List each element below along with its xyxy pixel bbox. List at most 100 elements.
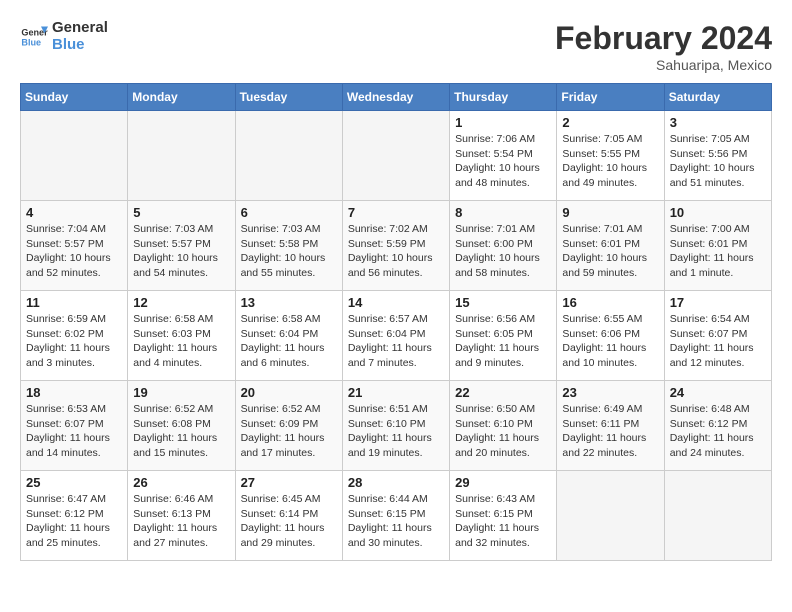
calendar-cell: 23 Sunrise: 6:49 AM Sunset: 6:11 PM Dayli… (557, 381, 664, 471)
calendar-cell: 4 Sunrise: 7:04 AM Sunset: 5:57 PM Daylig… (21, 201, 128, 291)
day-number: 23 (562, 385, 658, 400)
calendar-cell: 7Sunrise: 7:02 AM Sunset: 5:59 PM Daylig… (342, 201, 449, 291)
day-info: Sunrise: 6:51 AM Sunset: 6:10 PM Dayligh… (348, 402, 444, 461)
day-number: 12 (133, 295, 229, 310)
calendar-cell: 20 Sunrise: 6:52 AM Sunset: 6:09 PM Dayli… (235, 381, 342, 471)
day-number: 15 (455, 295, 551, 310)
logo-general: General (52, 20, 108, 37)
calendar-cell: 2 Sunrise: 7:05 AM Sunset: 5:55 PM Daylig… (557, 111, 664, 201)
day-number: 16 (562, 295, 658, 310)
day-number: 2 (562, 115, 658, 130)
day-info: Sunrise: 7:03 AM Sunset: 5:57 PM Dayligh… (133, 222, 229, 281)
day-info: Sunrise: 7:05 AM Sunset: 5:55 PM Dayligh… (562, 132, 658, 191)
day-info: Sunrise: 6:59 AM Sunset: 6:02 PM Dayligh… (26, 312, 122, 371)
day-number: 29 (455, 475, 551, 490)
calendar-cell: 12 Sunrise: 6:58 AM Sunset: 6:03 PM Dayli… (128, 291, 235, 381)
day-number: 4 (26, 205, 122, 220)
calendar-body: 1 Sunrise: 7:06 AM Sunset: 5:54 PM Daylig… (21, 111, 772, 561)
calendar-cell: 29 Sunrise: 6:43 AM Sunset: 6:15 PM Dayli… (450, 471, 557, 561)
col-header-saturday: Saturday (664, 84, 771, 111)
calendar-cell: 24 Sunrise: 6:48 AM Sunset: 6:12 PM Dayli… (664, 381, 771, 471)
day-info: Sunrise: 7:04 AM Sunset: 5:57 PM Dayligh… (26, 222, 122, 281)
calendar-cell: 11 Sunrise: 6:59 AM Sunset: 6:02 PM Dayli… (21, 291, 128, 381)
month-title: February 2024 (555, 20, 772, 57)
day-info: Sunrise: 6:44 AM Sunset: 6:15 PM Dayligh… (348, 492, 444, 551)
day-number: 22 (455, 385, 551, 400)
day-info: Sunrise: 6:46 AM Sunset: 6:13 PM Dayligh… (133, 492, 229, 551)
calendar-cell: 21 Sunrise: 6:51 AM Sunset: 6:10 PM Dayli… (342, 381, 449, 471)
calendar-cell: 13Sunrise: 6:58 AM Sunset: 6:04 PM Dayli… (235, 291, 342, 381)
day-info: Sunrise: 6:50 AM Sunset: 6:10 PM Dayligh… (455, 402, 551, 461)
day-info: Sunrise: 6:47 AM Sunset: 6:12 PM Dayligh… (26, 492, 122, 551)
calendar-cell: 14 Sunrise: 6:57 AM Sunset: 6:04 PM Dayli… (342, 291, 449, 381)
day-number: 25 (26, 475, 122, 490)
day-number: 13 (241, 295, 337, 310)
calendar-cell: 18 Sunrise: 6:53 AM Sunset: 6:07 PM Dayli… (21, 381, 128, 471)
day-info: Sunrise: 6:52 AM Sunset: 6:08 PM Dayligh… (133, 402, 229, 461)
day-info: Sunrise: 7:01 AM Sunset: 6:00 PM Dayligh… (455, 222, 551, 281)
day-number: 28 (348, 475, 444, 490)
day-info: Sunrise: 7:00 AM Sunset: 6:01 PM Dayligh… (670, 222, 766, 281)
day-number: 11 (26, 295, 122, 310)
logo: General Blue General Blue (20, 20, 108, 53)
calendar-cell: 17Sunrise: 6:54 AM Sunset: 6:07 PM Dayli… (664, 291, 771, 381)
calendar-cell: 5 Sunrise: 7:03 AM Sunset: 5:57 PM Daylig… (128, 201, 235, 291)
col-header-wednesday: Wednesday (342, 84, 449, 111)
day-number: 26 (133, 475, 229, 490)
day-info: Sunrise: 6:55 AM Sunset: 6:06 PM Dayligh… (562, 312, 658, 371)
calendar-header: SundayMondayTuesdayWednesdayThursdayFrid… (21, 84, 772, 111)
day-info: Sunrise: 6:53 AM Sunset: 6:07 PM Dayligh… (26, 402, 122, 461)
day-info: Sunrise: 7:06 AM Sunset: 5:54 PM Dayligh… (455, 132, 551, 191)
day-number: 19 (133, 385, 229, 400)
day-info: Sunrise: 6:48 AM Sunset: 6:12 PM Dayligh… (670, 402, 766, 461)
svg-text:Blue: Blue (21, 37, 41, 47)
day-number: 8 (455, 205, 551, 220)
calendar-cell (342, 111, 449, 201)
page-header: General Blue General Blue February 2024 … (20, 20, 772, 73)
day-number: 17 (670, 295, 766, 310)
day-number: 6 (241, 205, 337, 220)
calendar-cell (235, 111, 342, 201)
day-number: 10 (670, 205, 766, 220)
week-row-1: 1 Sunrise: 7:06 AM Sunset: 5:54 PM Daylig… (21, 111, 772, 201)
day-info: Sunrise: 6:52 AM Sunset: 6:09 PM Dayligh… (241, 402, 337, 461)
calendar-cell: 22 Sunrise: 6:50 AM Sunset: 6:10 PM Dayli… (450, 381, 557, 471)
day-number: 7 (348, 205, 444, 220)
day-info: Sunrise: 6:49 AM Sunset: 6:11 PM Dayligh… (562, 402, 658, 461)
week-row-4: 18 Sunrise: 6:53 AM Sunset: 6:07 PM Dayli… (21, 381, 772, 471)
day-info: Sunrise: 6:58 AM Sunset: 6:03 PM Dayligh… (133, 312, 229, 371)
calendar-cell: 27 Sunrise: 6:45 AM Sunset: 6:14 PM Dayli… (235, 471, 342, 561)
day-number: 21 (348, 385, 444, 400)
day-number: 18 (26, 385, 122, 400)
calendar-cell: 26 Sunrise: 6:46 AM Sunset: 6:13 PM Dayli… (128, 471, 235, 561)
calendar-cell: 8 Sunrise: 7:01 AM Sunset: 6:00 PM Daylig… (450, 201, 557, 291)
calendar-cell: 10 Sunrise: 7:00 AM Sunset: 6:01 PM Dayli… (664, 201, 771, 291)
calendar-cell: 15Sunrise: 6:56 AM Sunset: 6:05 PM Dayli… (450, 291, 557, 381)
calendar-cell: 1 Sunrise: 7:06 AM Sunset: 5:54 PM Daylig… (450, 111, 557, 201)
day-number: 14 (348, 295, 444, 310)
calendar-cell (557, 471, 664, 561)
day-number: 27 (241, 475, 337, 490)
calendar-cell: 28 Sunrise: 6:44 AM Sunset: 6:15 PM Dayli… (342, 471, 449, 561)
calendar-cell (21, 111, 128, 201)
day-info: Sunrise: 7:03 AM Sunset: 5:58 PM Dayligh… (241, 222, 337, 281)
day-number: 9 (562, 205, 658, 220)
calendar-cell: 16 Sunrise: 6:55 AM Sunset: 6:06 PM Dayli… (557, 291, 664, 381)
week-row-5: 25 Sunrise: 6:47 AM Sunset: 6:12 PM Dayli… (21, 471, 772, 561)
calendar-cell: 6 Sunrise: 7:03 AM Sunset: 5:58 PM Daylig… (235, 201, 342, 291)
calendar-cell: 25 Sunrise: 6:47 AM Sunset: 6:12 PM Dayli… (21, 471, 128, 561)
day-info: Sunrise: 6:43 AM Sunset: 6:15 PM Dayligh… (455, 492, 551, 551)
day-number: 24 (670, 385, 766, 400)
location-subtitle: Sahuaripa, Mexico (555, 57, 772, 73)
calendar-cell: 9Sunrise: 7:01 AM Sunset: 6:01 PM Daylig… (557, 201, 664, 291)
day-number: 1 (455, 115, 551, 130)
logo-blue: Blue (52, 37, 108, 54)
col-header-thursday: Thursday (450, 84, 557, 111)
day-info: Sunrise: 6:57 AM Sunset: 6:04 PM Dayligh… (348, 312, 444, 371)
day-number: 20 (241, 385, 337, 400)
day-info: Sunrise: 6:45 AM Sunset: 6:14 PM Dayligh… (241, 492, 337, 551)
calendar-cell (664, 471, 771, 561)
col-header-monday: Monday (128, 84, 235, 111)
day-number: 5 (133, 205, 229, 220)
col-header-friday: Friday (557, 84, 664, 111)
